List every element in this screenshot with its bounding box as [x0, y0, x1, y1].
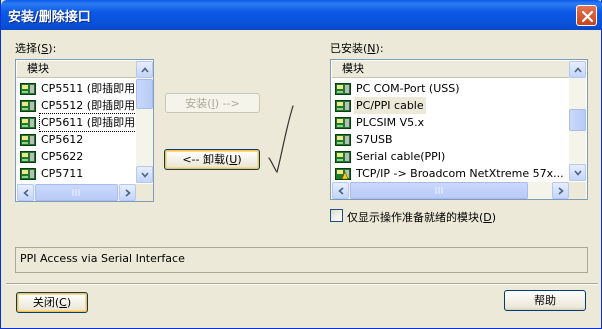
- list-item-label: PLCSIM V5.x: [356, 116, 425, 129]
- list-item-label: PC/PPI cable: [354, 97, 426, 114]
- checkmark-annotation: [268, 105, 294, 174]
- install-button-label: 安装(: [185, 97, 212, 110]
- list-item-label: TCP/IP -> Broadcom NetXtreme 57x...: [356, 167, 564, 180]
- scroll-down-button[interactable]: [136, 166, 153, 183]
- list-item-label: CP5512 (即插即用): [41, 99, 140, 112]
- list-item-label: Serial cable(PPI): [356, 150, 446, 163]
- network-card-icon: [20, 151, 36, 163]
- network-card-icon: [20, 134, 36, 146]
- grip-icon: [72, 189, 80, 196]
- list-item-label: CP5622: [41, 150, 84, 163]
- chevron-down-icon: [141, 172, 149, 178]
- scroll-thumb[interactable]: [136, 79, 153, 109]
- chevron-left-icon: [23, 189, 29, 197]
- uninstall-button[interactable]: <-- 卸载(U): [164, 149, 260, 170]
- selection-label-text: 选择: [15, 42, 37, 55]
- network-card-icon: [335, 134, 351, 146]
- network-card-icon: [335, 117, 351, 129]
- chevron-up-icon: [574, 67, 582, 73]
- list-item-label: S7USB: [356, 133, 393, 146]
- network-card-icon: [335, 100, 351, 112]
- close-button-key: C: [59, 296, 67, 309]
- window-title: 安装/删除接口: [8, 10, 91, 25]
- chevron-up-icon: [141, 67, 149, 73]
- installed-label-text: 已安装: [330, 42, 363, 55]
- uninstall-button-label: <-- 卸载(: [182, 153, 230, 166]
- show-ready-modules-checkbox[interactable]: [330, 209, 343, 222]
- chevron-down-icon: [574, 170, 582, 176]
- install-remove-interface-dialog: 安装/删除接口 选择(S): 模块 CP5511 (即插即用) CP5512 (…: [0, 0, 602, 329]
- scroll-thumb[interactable]: [35, 184, 118, 201]
- installed-vertical-scrollbar[interactable]: [569, 61, 586, 181]
- network-card-icon: [20, 100, 36, 112]
- chevron-right-icon: [125, 189, 131, 197]
- installed-listbox[interactable]: 模块 PC COM-Port (USS) PC/PPI cable PLCSIM…: [330, 59, 588, 200]
- separator: [6, 283, 598, 285]
- chevron-right-icon: [558, 187, 564, 195]
- installed-label: 已安装(N):: [330, 42, 384, 55]
- network-card-icon: [335, 83, 351, 95]
- list-item-label: CP5611 (即插即用): [38, 113, 142, 132]
- scroll-corner: [136, 184, 153, 201]
- scroll-right-button[interactable]: [552, 182, 569, 199]
- list-item-label: CP5711: [41, 167, 84, 180]
- network-card-icon: [20, 168, 36, 180]
- selection-column-header[interactable]: 模块: [17, 61, 137, 78]
- network-card-icon: [335, 151, 351, 163]
- chevron-left-icon: [338, 187, 344, 195]
- list-item-label: CP5612: [41, 133, 84, 146]
- close-button-suffix: ): [66, 296, 72, 309]
- description-text: PPI Access via Serial Interface: [20, 252, 185, 265]
- selection-label: 选择(S):: [15, 42, 57, 55]
- scroll-thumb[interactable]: [569, 109, 586, 131]
- show-ready-modules-key: D: [483, 211, 492, 224]
- selection-vertical-scrollbar[interactable]: [136, 61, 153, 183]
- scroll-corner: [569, 182, 586, 199]
- help-button[interactable]: 帮助: [504, 290, 586, 311]
- selection-listbox[interactable]: 模块 CP5511 (即插即用) CP5512 (即插即用) CP5611 (即…: [15, 59, 154, 202]
- network-card-icon: [20, 83, 36, 95]
- uninstall-button-suffix: ): [237, 153, 242, 166]
- title-bar[interactable]: 安装/删除接口: [1, 0, 602, 30]
- list-item-label: PC COM-Port (USS): [356, 82, 460, 95]
- selection-label-key: S: [41, 42, 49, 55]
- install-button[interactable]: 安装(I) -->: [165, 93, 260, 113]
- network-card-icon: [20, 117, 36, 129]
- scroll-up-button[interactable]: [569, 61, 586, 78]
- scroll-left-button[interactable]: [17, 184, 34, 201]
- selection-horizontal-scrollbar[interactable]: [17, 184, 136, 201]
- grip-icon: [435, 187, 443, 194]
- close-button[interactable]: 关闭(C): [16, 292, 88, 313]
- show-ready-modules-label-text: 仅显示操作准备就绪的模块: [347, 211, 479, 224]
- scroll-up-button[interactable]: [136, 61, 153, 78]
- installed-horizontal-scrollbar[interactable]: [332, 182, 569, 199]
- scroll-down-button[interactable]: [569, 164, 586, 181]
- list-item-label: CP5511 (即插即用): [41, 82, 140, 95]
- scroll-right-button[interactable]: [119, 184, 136, 201]
- scroll-left-button[interactable]: [332, 182, 349, 199]
- close-icon: [581, 10, 594, 23]
- install-button-suffix: ) -->: [214, 97, 240, 110]
- close-window-button[interactable]: [576, 5, 597, 26]
- installed-column-header[interactable]: 模块: [332, 61, 570, 78]
- scroll-thumb[interactable]: [350, 182, 528, 199]
- network-card-warning-icon: [335, 168, 351, 180]
- description-box: PPI Access via Serial Interface: [15, 247, 588, 273]
- installed-label-key: N: [367, 42, 376, 55]
- show-ready-modules-label[interactable]: 仅显示操作准备就绪的模块(D): [347, 209, 496, 225]
- close-button-label: 关闭(: [32, 296, 60, 309]
